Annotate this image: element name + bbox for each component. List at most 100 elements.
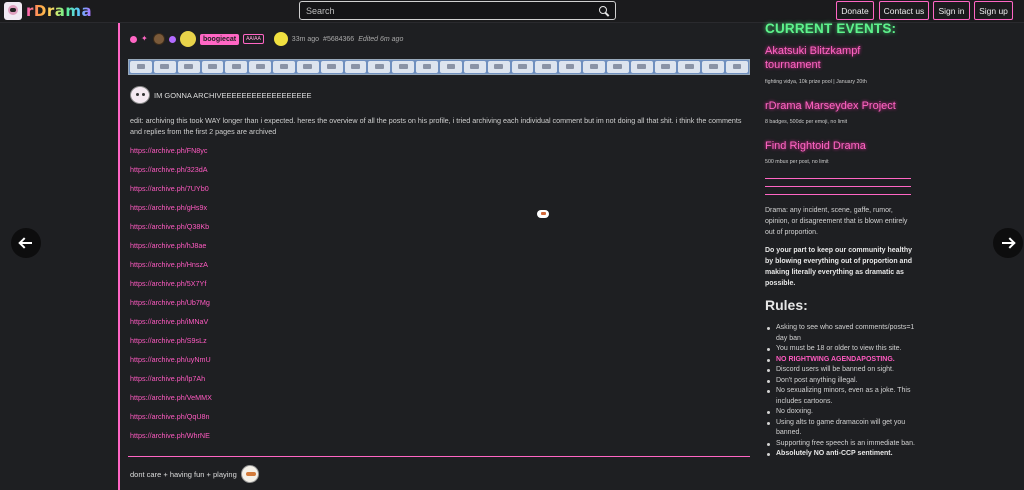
hat-icon	[153, 33, 165, 45]
sidebar-divider	[765, 194, 911, 195]
post-meta: ✦ boogiecat AA/AA 33m ago #5684366 Edite…	[130, 31, 403, 47]
search-input[interactable]	[306, 5, 599, 16]
site-name: rDrama	[26, 2, 93, 20]
rule-item: No doxxing.	[765, 407, 915, 418]
donate-button[interactable]: Donate	[836, 1, 874, 20]
about-bold-text: Do your part to keep our community healt…	[765, 247, 913, 287]
post-accent-border	[118, 23, 120, 490]
event-link[interactable]: Akatsuki Blitzkampf tournament	[765, 44, 895, 72]
marsey-icon	[726, 61, 748, 73]
site-logo[interactable]: rDrama	[4, 2, 92, 20]
logo-icon	[4, 2, 22, 20]
archive-link[interactable]: https://archive.ph/Ub7Mg	[130, 298, 212, 317]
rules-title: Rules:	[765, 297, 808, 313]
archive-link[interactable]: https://archive.ph/iMNaV	[130, 317, 212, 336]
marsey-icon	[344, 61, 367, 73]
marsey-icon	[392, 61, 415, 73]
marsey-icon	[511, 61, 534, 73]
marsey-icon	[559, 61, 582, 73]
badge-icon	[130, 35, 137, 43]
emoji-banner	[128, 59, 750, 75]
marsey-icon	[225, 61, 248, 73]
sign-up-button[interactable]: Sign up	[974, 1, 1013, 20]
post-id[interactable]: #5684366	[323, 36, 354, 43]
event-description: 500 mbux per post, no limit	[765, 159, 829, 165]
marsey-icon	[368, 61, 391, 73]
archive-link[interactable]: https://archive.ph/323dA	[130, 165, 212, 184]
marsey-icon	[201, 61, 224, 73]
post-divider	[128, 456, 750, 457]
rule-item: Using alts to game dramacoin will get yo…	[765, 418, 915, 439]
archive-link[interactable]: https://archive.ph/S9sLz	[130, 336, 212, 355]
marsey-icon	[249, 61, 272, 73]
about-text: Drama: any incident, scene, gaffe, rumor…	[765, 207, 908, 236]
post-greeting: IM GONNA ARCHIVEEEEEEEEEEEEEEEEEE	[130, 86, 312, 104]
post-body-text: edit: archiving this took WAY longer tha…	[130, 116, 742, 136]
archive-link[interactable]: https://archive.ph/QqU8n	[130, 412, 212, 431]
archive-links: https://archive.ph/FN8yc https://archive…	[130, 146, 212, 450]
arrow-right-icon	[1001, 237, 1016, 249]
search-bar[interactable]	[299, 1, 616, 20]
loading-cat-icon	[535, 208, 551, 222]
username[interactable]: boogiecat	[200, 33, 240, 45]
archive-link[interactable]: https://archive.ph/HnszA	[130, 260, 212, 279]
marsey-icon	[654, 61, 677, 73]
marsey-icon	[487, 61, 510, 73]
sidebar-divider	[765, 186, 911, 187]
search-icon[interactable]	[599, 5, 609, 16]
archive-link[interactable]: https://archive.ph/hJ8ae	[130, 241, 212, 260]
rule-item: Asking to see who saved comments/posts=1…	[765, 323, 915, 344]
badge-icon	[169, 35, 176, 43]
previous-post-button[interactable]	[11, 228, 41, 258]
marsey-icon	[416, 61, 438, 73]
marsey-icon	[240, 465, 259, 483]
contact-button[interactable]: Contact us	[879, 1, 929, 20]
avatar[interactable]	[180, 31, 196, 47]
rule-item: Absolutely NO anti-CCP sentiment.	[765, 449, 915, 460]
marsey-icon	[273, 61, 295, 73]
archive-link[interactable]: https://archive.ph/5X7Yf	[130, 279, 212, 298]
event-description: fighting vidya, 10k prize pool | January…	[765, 79, 867, 85]
sidebar-divider	[765, 178, 911, 179]
rule-item: No sexualizing minors, even as a joke. T…	[765, 386, 915, 407]
rules-list: Asking to see who saved comments/posts=1…	[765, 323, 915, 460]
marsey-icon	[606, 61, 629, 73]
post-time: 33m ago	[291, 35, 320, 43]
archive-link[interactable]: https://archive.ph/FN8yc	[130, 146, 212, 165]
marsey-icon	[296, 61, 319, 73]
marsey-icon	[630, 61, 653, 73]
next-post-button[interactable]	[993, 228, 1023, 258]
rule-item: You must be 18 or older to view this sit…	[765, 344, 915, 355]
signature-text: dont care + having fun + playing	[130, 469, 237, 479]
archive-link[interactable]: https://archive.ph/Q38Kb	[130, 222, 212, 241]
event-link[interactable]: rDrama Marseydex Project	[765, 99, 915, 113]
event-link[interactable]: Find Rightoid Drama	[765, 139, 915, 153]
rule-item: Don't post anything illegal.	[765, 376, 915, 387]
sign-in-button[interactable]: Sign in	[933, 1, 970, 20]
events-title: CURRENT EVENTS:	[765, 21, 897, 36]
archive-link[interactable]: https://archive.ph/VeMMX	[130, 393, 212, 412]
star-icon: ✦	[141, 34, 148, 43]
archive-link[interactable]: https://archive.ph/7UYb0	[130, 184, 212, 203]
archive-link[interactable]: https://archive.ph/gHs9x	[130, 203, 212, 222]
marsey-icon	[702, 61, 725, 73]
rule-item: Discord users will be banned on sight.	[765, 365, 915, 376]
rule-item: NO RIGHTWING AGENDAPOSTING.	[765, 355, 915, 366]
marsey-icon	[320, 61, 343, 73]
marsey-icon	[130, 61, 152, 73]
marsey-icon	[463, 61, 486, 73]
arrow-left-icon	[18, 237, 33, 249]
post-signature: dont care + having fun + playing	[130, 465, 259, 483]
marsey-icon	[439, 61, 462, 73]
event-description: 8 badges, 500dc per emoji, no limit	[765, 119, 848, 125]
greeting-text: IM GONNA ARCHIVEEEEEEEEEEEEEEEEEE	[154, 90, 312, 100]
award-icon	[273, 32, 288, 46]
marsey-icon	[535, 61, 558, 73]
user-flair: AA/AA	[243, 34, 264, 44]
marsey-icon	[177, 61, 200, 73]
edited-time: Edited 6m ago	[358, 35, 404, 43]
archive-link[interactable]: https://archive.ph/uyNmU	[130, 355, 212, 374]
archive-link[interactable]: https://archive.ph/lp7Ah	[130, 374, 212, 393]
archive-link[interactable]: https://archive.ph/WhrNE	[130, 431, 212, 450]
marsey-icon	[583, 61, 605, 73]
